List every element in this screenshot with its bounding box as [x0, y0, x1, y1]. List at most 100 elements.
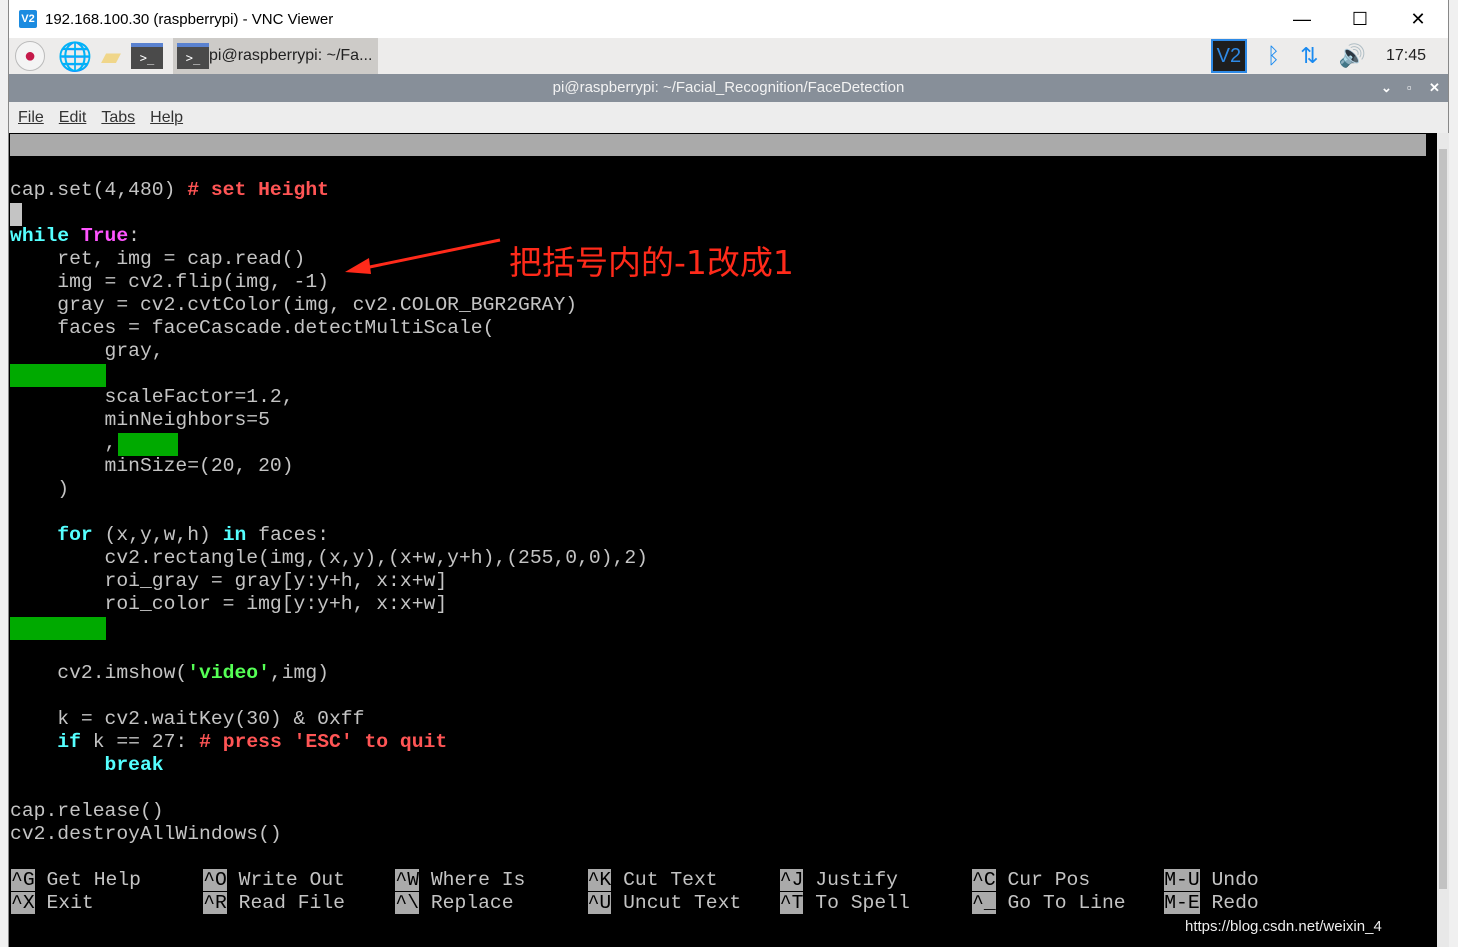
code-line: cap.release(): [10, 800, 164, 823]
code-token: minSize=(20, 20): [10, 455, 294, 477]
shortcut-label: Get Help: [46, 869, 141, 891]
code-token: ret, img = cap.read(): [10, 248, 306, 270]
code-token: cap.set(4,480): [10, 179, 188, 201]
shortcut-uncut-text[interactable]: ^U Uncut Text: [587, 892, 741, 915]
shortcut-key: ^J: [779, 869, 804, 891]
shortcut-to-spell[interactable]: ^T To Spell: [779, 892, 910, 915]
code-token: True: [80, 225, 129, 247]
terminal-maximize-icon[interactable]: ▫: [1407, 74, 1412, 102]
maximize-button[interactable]: ☐: [1331, 0, 1389, 38]
close-button[interactable]: ✕: [1389, 0, 1447, 38]
shortcut-key: ^R: [203, 892, 227, 914]
code-token: cv2.imshow(: [10, 662, 188, 684]
code-token: while: [10, 225, 70, 247]
web-browser-icon[interactable]: 🌐: [58, 41, 93, 72]
whitespace-highlight: [10, 364, 106, 387]
code-line: cv2.rectangle(img,(x,y),(x+w,y+h),(255,0…: [10, 547, 648, 570]
terminal-launcher[interactable]: >_: [131, 41, 163, 71]
raspberry-menu-icon[interactable]: ●: [15, 41, 45, 71]
code-line: gray = cv2.cvtColor(img, cv2.COLOR_BGR2G…: [10, 294, 577, 317]
shortcut-exit[interactable]: ^X Exit: [11, 892, 94, 915]
shortcut-label: Where Is: [430, 869, 526, 891]
code-token: k = cv2.waitKey(30) & 0xff: [10, 708, 365, 730]
shortcut-label: Redo: [1211, 892, 1259, 914]
nano-version: GNU nano 3.2: [34, 156, 176, 178]
shortcut-get-help[interactable]: ^G Get Help: [11, 869, 141, 892]
nano-header: GNU nano 3.2 faceDetection.py: [10, 134, 1426, 200]
menu-edit[interactable]: Edit: [59, 109, 87, 127]
code-line: minNeighbors=5: [10, 409, 270, 432]
shortcut-key: ^\: [395, 892, 420, 914]
code-token: img = cv2.flip(img, -1): [10, 271, 329, 293]
shortcut-key: ^T: [779, 892, 804, 914]
code-token: k == 27:: [80, 731, 200, 753]
shortcut-key: ^G: [11, 869, 35, 891]
task-label: pi@raspberrypi: ~/Fa...: [209, 47, 373, 64]
code-token: if: [57, 731, 81, 753]
code-line: roi_gray = gray[y:y+h, x:x+w]: [10, 570, 448, 593]
bluetooth-icon[interactable]: ᛒ: [1267, 43, 1280, 69]
shortcut-go-to-line[interactable]: ^_ Go To Line: [972, 892, 1126, 915]
shortcut-key: ^C: [972, 869, 996, 891]
code-line: while True:: [10, 225, 140, 248]
code-token: for: [57, 524, 93, 546]
annotation-arrow-icon: [345, 238, 501, 274]
terminal-close-icon[interactable]: ✕: [1429, 74, 1440, 102]
code-line: for (x,y,w,h) in faces:: [10, 524, 329, 547]
watermark: https://blog.csdn.net/weixin_4: [1185, 918, 1382, 935]
shortcut-label: Undo: [1211, 869, 1259, 891]
code-token: (x,y,w,h): [92, 524, 223, 546]
file-manager-icon[interactable]: ▰: [95, 41, 127, 71]
code-token: # set Height: [187, 179, 329, 201]
vnc-window: V2 192.168.100.30 (raspberrypi) - VNC Vi…: [8, 0, 1449, 947]
shortcut-cut-text[interactable]: ^K Cut Text: [587, 869, 718, 892]
shortcut-write-out[interactable]: ^O Write Out: [203, 869, 345, 892]
code-line: cap.set(4,480) # set Height: [10, 179, 329, 202]
shortcut-justify[interactable]: ^J Justify: [779, 869, 898, 892]
minimize-button[interactable]: —: [1273, 0, 1331, 38]
raspberry-pi-panel: ● 🌐 ▰ >_ >_ pi@raspberrypi: ~/Fa... V2 ᛒ…: [9, 38, 1448, 74]
code-line: gray,: [10, 340, 164, 363]
menu-help[interactable]: Help: [150, 109, 183, 127]
taskbar-terminal-button[interactable]: >_ pi@raspberrypi: ~/Fa...: [173, 38, 379, 74]
nano-editor[interactable]: GNU nano 3.2 faceDetection.py cap.set(4,…: [10, 133, 1437, 947]
code-token: gray = cv2.cvtColor(img, cv2.COLOR_BGR2G…: [10, 294, 578, 316]
shortcut-undo[interactable]: M-U Undo: [1164, 869, 1259, 892]
code-token: roi_color = img[y:y+h, x:x+w]: [10, 593, 448, 615]
shortcut-redo[interactable]: M-E Redo: [1164, 892, 1259, 915]
clock: 17:45: [1385, 47, 1426, 64]
network-icon[interactable]: ⇅: [1300, 43, 1318, 69]
shortcut-key: ^_: [972, 892, 996, 914]
shortcut-key: ^U: [587, 892, 612, 914]
text-cursor: [10, 203, 22, 226]
shortcut-key: ^K: [587, 869, 612, 891]
code-token: in: [222, 524, 247, 546]
code-line: cv2.destroyAllWindows(): [10, 823, 282, 846]
terminal-minimize-icon[interactable]: ⌄: [1381, 74, 1392, 102]
shortcut-replace[interactable]: ^\ Replace: [395, 892, 514, 915]
code-token: break: [104, 754, 164, 776]
nano-filename: faceDetection.py: [647, 178, 837, 200]
code-token: cv2.rectangle(img,(x,y),(x+w,y+h),(255,0…: [10, 547, 648, 569]
code-token: ): [10, 478, 70, 500]
shortcut-where-is[interactable]: ^W Where Is: [395, 869, 525, 892]
shortcut-cur-pos[interactable]: ^C Cur Pos: [972, 869, 1090, 892]
shortcut-label: To Spell: [815, 892, 910, 914]
code-token: ,: [10, 432, 117, 454]
menu-file[interactable]: File: [18, 109, 44, 127]
vnc-server-icon[interactable]: V2: [1210, 39, 1247, 73]
window-titlebar: V2 192.168.100.30 (raspberrypi) - VNC Vi…: [9, 0, 1448, 38]
volume-icon[interactable]: 🔊: [1339, 43, 1366, 69]
code-line: minSize=(20, 20): [10, 455, 294, 478]
code-token: faces = faceCascade.detectMultiScale(: [10, 317, 495, 339]
code-token: :: [128, 225, 140, 247]
shortcut-read-file[interactable]: ^R Read File: [203, 892, 345, 915]
code-token: minNeighbors=5: [10, 409, 270, 431]
menu-tabs[interactable]: Tabs: [101, 109, 135, 127]
code-token: # press 'ESC' to quit: [199, 731, 448, 753]
scrollbar-thumb[interactable]: [1439, 149, 1447, 889]
code-token: roi_gray = gray[y:y+h, x:x+w]: [10, 570, 448, 592]
shortcut-key: ^X: [11, 892, 35, 914]
code-line: scaleFactor=1.2,: [10, 386, 294, 409]
terminal-scrollbar[interactable]: [1437, 133, 1449, 947]
